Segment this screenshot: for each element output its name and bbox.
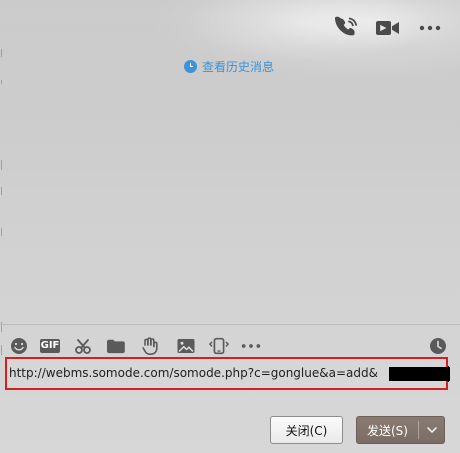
emoji-icon[interactable] [8, 335, 30, 357]
chat-window: 查看历史消息 GIF http://webms.somode.com/somod… [0, 0, 460, 453]
top-toolbar [332, 14, 444, 42]
redacted-text-block [389, 367, 450, 381]
left-edge-marks [0, 0, 4, 453]
scissors-icon[interactable] [72, 335, 94, 357]
history-clock-icon[interactable] [427, 335, 449, 357]
folder-icon[interactable] [105, 335, 127, 357]
close-button[interactable]: 关闭(C) [270, 416, 343, 444]
send-button-group: 发送(S) [356, 416, 445, 444]
phone-shake-icon[interactable] [208, 335, 230, 357]
video-icon[interactable] [374, 14, 402, 42]
clock-icon [184, 60, 197, 73]
gif-label: GIF [40, 339, 60, 353]
view-history-link[interactable]: 查看历史消息 [184, 58, 274, 75]
phone-icon[interactable] [332, 14, 360, 42]
gif-icon[interactable]: GIF [39, 335, 61, 357]
bottom-actions: 关闭(C) 发送(S) [0, 400, 460, 453]
message-input[interactable]: http://webms.somode.com/somode.php?c=gon… [5, 357, 450, 390]
image-icon[interactable] [175, 335, 197, 357]
hand-icon[interactable] [139, 335, 161, 357]
chevron-down-icon[interactable] [419, 417, 444, 443]
ellipsis-icon[interactable] [240, 335, 262, 357]
message-input-text: http://webms.somode.com/somode.php?c=gon… [9, 366, 378, 380]
send-button[interactable]: 发送(S) [357, 417, 418, 443]
text-caret [448, 366, 449, 382]
view-history-label: 查看历史消息 [202, 60, 275, 74]
more-icon[interactable] [416, 14, 444, 42]
